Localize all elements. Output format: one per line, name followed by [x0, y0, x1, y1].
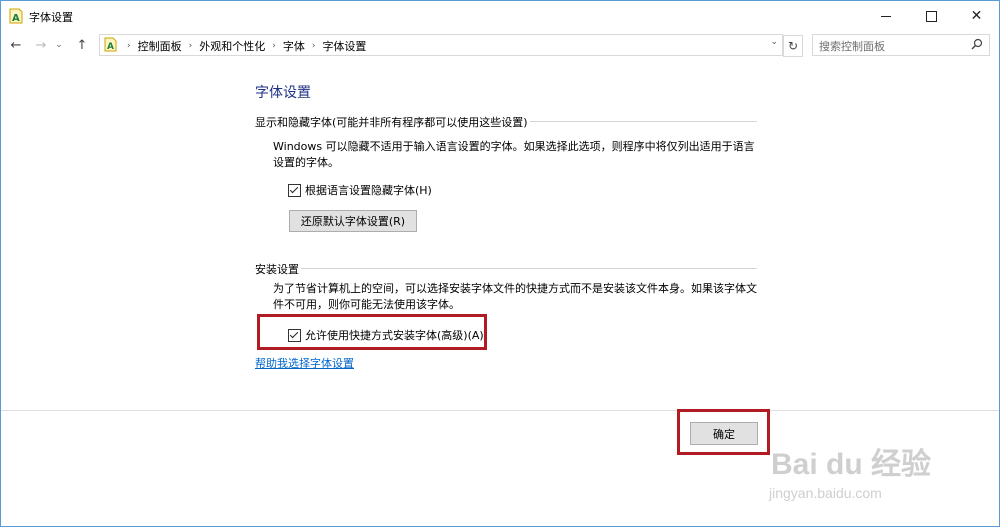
close-button[interactable]: ✕ [954, 1, 999, 31]
breadcrumb-appearance[interactable]: 外观和个性化 [199, 38, 265, 54]
page-title: 字体设置 [255, 85, 311, 101]
watermark-brand: Bai du 经验 [771, 448, 932, 481]
hide-fonts-checkbox-row[interactable]: 根据语言设置隐藏字体(H) [288, 182, 432, 198]
help-link[interactable]: 帮助我选择字体设置 [255, 355, 354, 371]
chevron-right-icon: › [127, 41, 131, 51]
font-settings-window: A 字体设置 ✕ ← → ⌄ ↑ A › 控制面板 › 外观和个性化 › 字体 … [0, 0, 1000, 527]
address-bar[interactable]: A › 控制面板 › 外观和个性化 › 字体 › 字体设置 ⌄ [99, 34, 783, 56]
install-description: 为了节省计算机上的空间，可以选择安装字体文件的快捷方式而不是安装该文件本身。如果… [273, 282, 757, 311]
title-bar: A 字体设置 ✕ [1, 1, 999, 31]
main-content: 字体设置 显示和隐藏字体(可能并非所有程序都可以使用这些设置) Windows … [1, 58, 999, 410]
hide-fonts-checkbox[interactable] [288, 183, 301, 197]
recent-locations-button[interactable]: ⌄ [53, 36, 65, 54]
breadcrumb-fonts[interactable]: 字体 [283, 38, 305, 54]
chevron-down-icon: ⌄ [55, 40, 63, 50]
chevron-down-icon[interactable]: ⌄ [770, 37, 778, 47]
close-icon: ✕ [970, 8, 983, 24]
back-button[interactable]: ← [7, 36, 25, 54]
minimize-icon [880, 15, 891, 17]
refresh-icon: ↻ [787, 39, 799, 53]
search-placeholder: 搜索控制面板 [819, 40, 885, 53]
up-button[interactable]: ↑ [73, 36, 91, 54]
font-folder-icon: A [104, 37, 118, 52]
chevron-right-icon: › [272, 41, 276, 51]
chevron-right-icon: › [311, 41, 316, 51]
breadcrumb-control-panel[interactable]: 控制面板 [138, 38, 182, 54]
annotation-highlight-box [677, 409, 770, 455]
show-hide-description: Windows 可以隐藏不适用于输入语言设置的字体。如果选择此选项，则程序中将仅… [273, 140, 755, 169]
arrow-right-icon: → [35, 37, 47, 53]
chevron-right-icon: › [188, 41, 193, 51]
search-icon [971, 38, 983, 50]
annotation-highlight-box [257, 314, 487, 350]
hide-fonts-checkbox-label: 根据语言设置隐藏字体(H) [305, 184, 432, 197]
arrow-up-icon: ↑ [76, 37, 88, 53]
breadcrumb-font-settings[interactable]: 字体设置 [322, 38, 366, 54]
maximize-button[interactable] [909, 1, 954, 31]
svg-text:A: A [107, 42, 114, 52]
window-title: 字体设置 [29, 11, 73, 24]
divider [255, 268, 757, 269]
watermark-url: jingyan.baidu.com [769, 485, 882, 501]
svg-text:A: A [12, 13, 20, 24]
breadcrumb: › 控制面板 › 外观和个性化 › 字体 › 字体设置 [120, 38, 366, 54]
minimize-button[interactable] [863, 1, 908, 31]
footer-divider [1, 410, 999, 411]
search-input[interactable]: 搜索控制面板 [812, 34, 990, 56]
arrow-left-icon: ← [10, 37, 22, 53]
watermark-logo: Bai du 经验 [771, 439, 931, 483]
refresh-button[interactable]: ↻ [783, 35, 803, 57]
font-app-icon: A [9, 8, 23, 24]
show-hide-group-label: 显示和隐藏字体(可能并非所有程序都可以使用这些设置) [255, 114, 530, 130]
forward-button[interactable]: → [32, 36, 50, 54]
restore-default-button[interactable]: 还原默认字体设置(R) [289, 210, 417, 232]
maximize-icon [926, 10, 937, 22]
install-group-label: 安装设置 [255, 261, 301, 277]
navigation-bar: ← → ⌄ ↑ A › 控制面板 › 外观和个性化 › 字体 › 字体设置 ⌄ … [1, 32, 999, 58]
